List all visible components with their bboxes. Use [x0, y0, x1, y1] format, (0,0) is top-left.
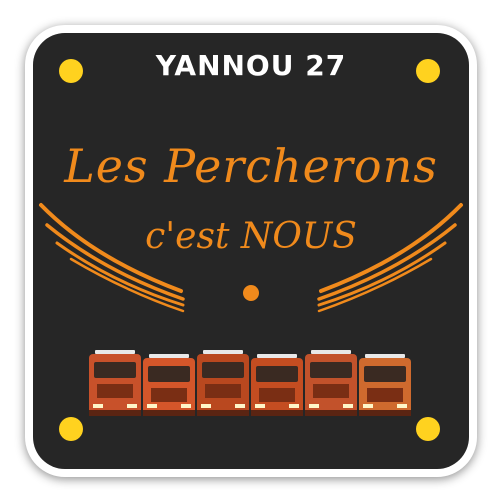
right-swoosh-icon — [317, 203, 463, 313]
truck-icon — [305, 350, 357, 416]
center-dot-icon — [243, 285, 259, 301]
plate: YANNOU 27 Les Percherons c'est NOUS — [33, 33, 469, 469]
truck-icon — [197, 350, 249, 416]
truck-lineup — [89, 350, 411, 416]
truck-icon — [359, 354, 411, 416]
left-swoosh-icon — [39, 203, 185, 313]
truck-icon — [143, 354, 195, 416]
truck-icon — [251, 354, 303, 416]
plate-artwork — [39, 203, 463, 416]
truck-icon — [89, 350, 141, 416]
